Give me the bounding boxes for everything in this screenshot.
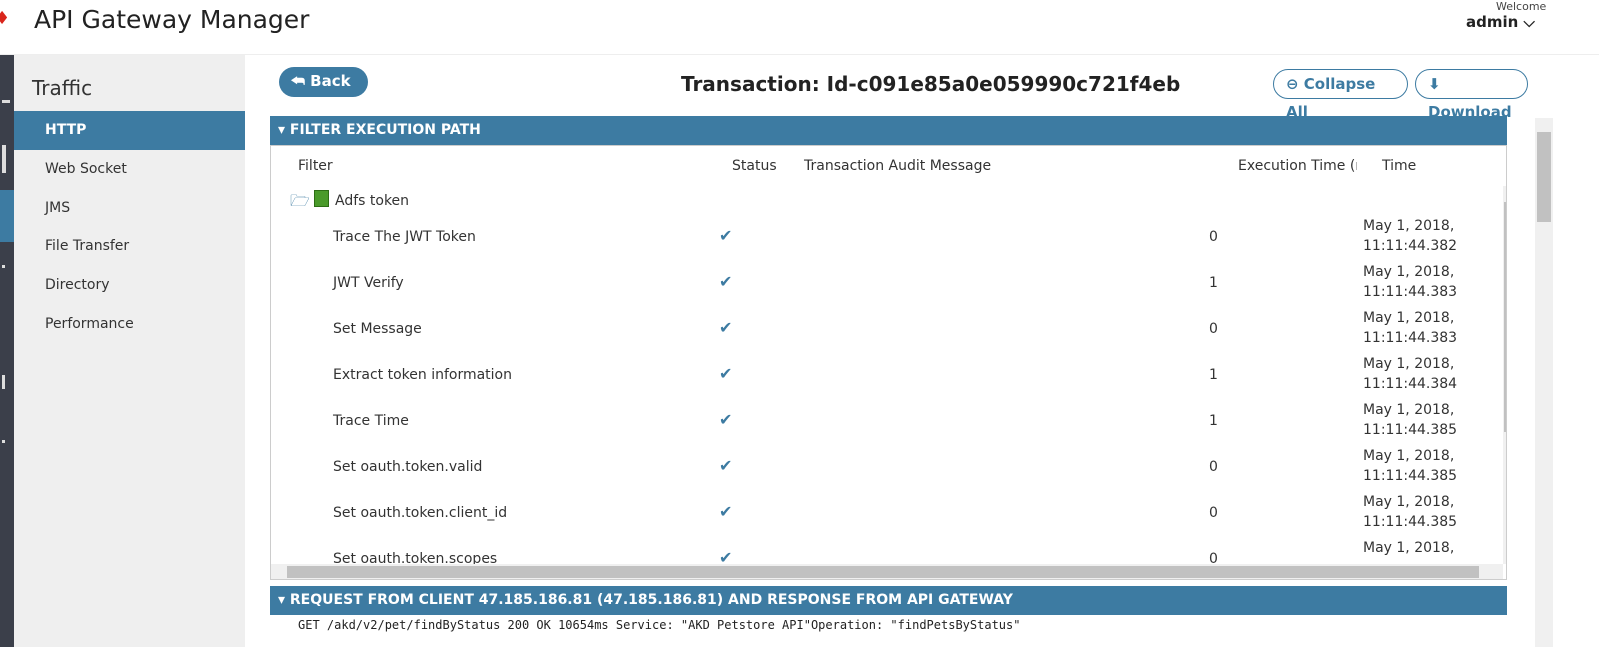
time-date: May 1, 2018,	[1363, 218, 1455, 234]
user-menu[interactable]: admin ⌵	[1466, 13, 1535, 31]
welcome-label: Welcome	[1496, 0, 1547, 13]
time-value: 11:11:44.385	[1363, 468, 1458, 484]
filter-name: Set oauth.token.valid	[333, 459, 483, 475]
time-date: May 1, 2018,	[1363, 494, 1455, 510]
filter-name: Set Message	[333, 321, 422, 337]
nav-item-active[interactable]	[0, 190, 14, 242]
request-panel-header[interactable]: ▾ REQUEST FROM CLIENT 47.185.186.81 (47.…	[270, 586, 1507, 615]
collapse-all-button[interactable]: ⊖ Collapse All	[1273, 69, 1408, 121]
column-time[interactable]: Time	[1382, 158, 1416, 174]
time-date: May 1, 2018,	[1363, 356, 1455, 372]
time-date: May 1, 2018,	[1363, 310, 1455, 326]
table-row[interactable]: Trace The JWT Token ✔ 0 May 1, 2018, 11:…	[271, 216, 1501, 262]
execution-time: 0	[1209, 229, 1218, 245]
back-button[interactable]: ⮪ Back	[279, 67, 368, 97]
table-row[interactable]: Trace Time ✔ 1 May 1, 2018, 11:11:44.385	[271, 400, 1501, 446]
request-summary: GET /akd/v2/pet/findByStatus 200 OK 1065…	[298, 618, 1021, 632]
execution-time: 1	[1209, 367, 1218, 383]
sidebar: Traffic HTTP Web Socket JMS File Transfe…	[14, 55, 245, 647]
filter-name: Extract token information	[333, 367, 512, 383]
filter-name: JWT Verify	[333, 275, 404, 291]
filter-name: Trace Time	[333, 413, 409, 429]
horizontal-scrollbar[interactable]	[271, 564, 1503, 579]
execution-time: 1	[1209, 275, 1218, 291]
table-row[interactable]: Set oauth.token.client_id ✔ 0 May 1, 201…	[271, 492, 1501, 538]
table-row[interactable]: JWT Verify ✔ 1 May 1, 2018, 11:11:44.383	[271, 262, 1501, 308]
filter-table: Filter Status Transaction Audit Message …	[270, 145, 1507, 580]
check-icon: ✔	[719, 364, 733, 383]
inner-vertical-scrollbar[interactable]	[1503, 186, 1506, 564]
column-execution-time[interactable]: Execution Time (m	[1238, 158, 1357, 174]
execution-time: 0	[1209, 321, 1218, 337]
execution-time: 1	[1209, 413, 1218, 429]
nav-rail	[0, 55, 14, 647]
time-value: 11:11:44.385	[1363, 514, 1458, 530]
time-value: 11:11:44.384	[1363, 376, 1458, 392]
sidebar-item-file-transfer[interactable]: File Transfer	[14, 227, 245, 266]
table-row[interactable]: Set oauth.token.valid ✔ 0 May 1, 2018, 1…	[271, 446, 1501, 492]
nav-icon[interactable]	[2, 440, 5, 443]
app-header: ♦ API Gateway Manager Welcome admin ⌵	[0, 0, 1599, 55]
time-value: 11:11:44.383	[1363, 284, 1458, 300]
check-icon: ✔	[719, 318, 733, 337]
column-filter[interactable]: Filter	[298, 158, 333, 174]
page-title: Transaction: Id-c091e85a0e059990c721f4eb	[681, 72, 1181, 96]
sidebar-item-directory[interactable]: Directory	[14, 266, 245, 305]
sidebar-item-web-socket[interactable]: Web Socket	[14, 150, 245, 189]
sidebar-item-jms[interactable]: JMS	[14, 189, 245, 228]
time-date: May 1, 2018,	[1363, 540, 1455, 556]
time-date: May 1, 2018,	[1363, 448, 1455, 464]
page-scrollbar[interactable]	[1535, 118, 1553, 647]
download-button[interactable]: ⬇ Download	[1415, 69, 1528, 121]
check-icon: ✔	[719, 226, 733, 245]
time-date: May 1, 2018,	[1363, 264, 1455, 280]
column-status[interactable]: Status	[732, 158, 777, 174]
nav-icon[interactable]	[2, 100, 10, 103]
execution-time: 0	[1209, 505, 1218, 521]
nav-icon[interactable]	[2, 145, 6, 173]
policy-icon	[314, 190, 329, 207]
time-date: May 1, 2018,	[1363, 402, 1455, 418]
time-value: 11:11:44.383	[1363, 330, 1458, 346]
folder-icon[interactable]: 🗁	[290, 190, 310, 217]
check-icon: ✔	[719, 272, 733, 291]
app-title: API Gateway Manager	[34, 5, 310, 34]
nav-icon[interactable]	[2, 375, 5, 389]
filter-name: Trace The JWT Token	[333, 229, 476, 245]
check-icon: ✔	[719, 456, 733, 475]
logo-icon: ♦	[0, 8, 11, 29]
table-row[interactable]: Extract token information ✔ 1 May 1, 201…	[271, 354, 1501, 400]
column-audit-message[interactable]: Transaction Audit Message	[804, 158, 991, 174]
time-value: 11:11:44.382	[1363, 238, 1458, 254]
check-icon: ✔	[719, 502, 733, 521]
sidebar-title: Traffic	[32, 76, 93, 100]
sidebar-item-http[interactable]: HTTP	[14, 111, 245, 150]
sidebar-item-performance[interactable]: Performance	[14, 305, 245, 344]
filter-panel-header[interactable]: ▾ FILTER EXECUTION PATH	[270, 116, 1507, 145]
group-label[interactable]: Adfs token	[335, 193, 409, 209]
time-value: 11:11:44.385	[1363, 422, 1458, 438]
execution-time: 0	[1209, 459, 1218, 475]
nav-icon[interactable]	[2, 265, 5, 268]
check-icon: ✔	[719, 410, 733, 429]
table-row[interactable]: Set Message ✔ 0 May 1, 2018, 11:11:44.38…	[271, 308, 1501, 354]
filter-name: Set oauth.token.client_id	[333, 505, 508, 521]
